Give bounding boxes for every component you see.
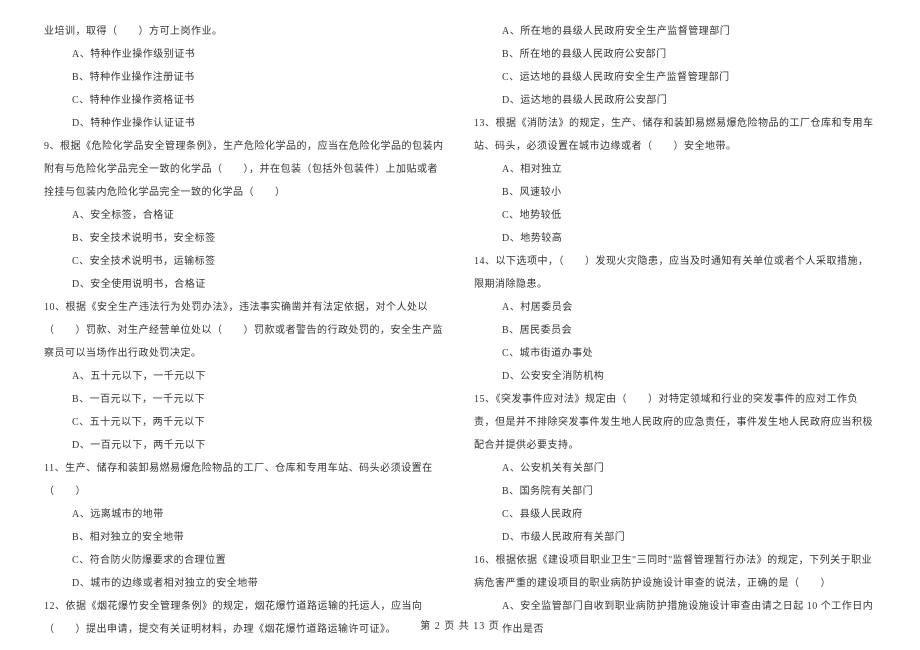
q11-text: 11、生产、储存和装卸易燃易爆危险物品的工厂、仓库和专用车站、码头必须设置在（ … [44,457,446,503]
q9-option-d: D、安全使用说明书，合格证 [44,273,446,296]
q13-option-c: C、地势较低 [474,204,876,227]
q9-option-c: C、安全技术说明书，运输标签 [44,250,446,273]
q13-option-b: B、风速较小 [474,181,876,204]
q11-option-b: B、相对独立的安全地带 [44,526,446,549]
q10-option-d: D、一百元以下，两千元以下 [44,434,446,457]
q10-option-c: C、五十元以下，两千元以下 [44,411,446,434]
q12-option-a: A、所在地的县级人民政府安全生产监督管理部门 [474,20,876,43]
q14-text: 14、以下选项中，（ ）发现火灾隐患，应当及时通知有关单位或者个人采取措施，限期… [474,250,876,296]
q10-option-b: B、一百元以下，一千元以下 [44,388,446,411]
q8-intro: 业培训，取得（ ）方可上岗作业。 [44,20,446,43]
q12-option-b: B、所在地的县级人民政府公安部门 [474,43,876,66]
q12-option-c: C、运达地的县级人民政府安全生产监督管理部门 [474,66,876,89]
q15-text: 15、《突发事件应对法》规定由（ ）对特定领域和行业的突发事件的应对工作负责，但… [474,388,876,457]
page-content: 业培训，取得（ ）方可上岗作业。 A、特种作业操作级别证书 B、特种作业操作注册… [0,0,920,641]
q15-option-b: B、国务院有关部门 [474,480,876,503]
q12-option-d: D、运达地的县级人民政府公安部门 [474,89,876,112]
q13-option-d: D、地势较高 [474,227,876,250]
q14-option-a: A、村居委员会 [474,296,876,319]
q10-text: 10、根据《安全生产违法行为处罚办法》，违法事实确凿并有法定依据，对个人处以（ … [44,296,446,365]
q13-text: 13、根据《消防法》的规定，生产、储存和装卸易燃易爆危险物品的工厂仓库和专用车站… [474,112,876,158]
right-column: A、所在地的县级人民政府安全生产监督管理部门 B、所在地的县级人民政府公安部门 … [460,20,890,641]
q15-option-a: A、公安机关有关部门 [474,457,876,480]
q14-option-b: B、居民委员会 [474,319,876,342]
q11-option-d: D、城市的边缘或者相对独立的安全地带 [44,572,446,595]
q8-option-a: A、特种作业操作级别证书 [44,43,446,66]
page-footer: 第 2 页 共 13 页 [0,617,920,632]
q14-option-c: C、城市街道办事处 [474,342,876,365]
q15-option-c: C、县级人民政府 [474,503,876,526]
q11-option-c: C、符合防火防爆要求的合理位置 [44,549,446,572]
q13-option-a: A、相对独立 [474,158,876,181]
q15-option-d: D、市级人民政府有关部门 [474,526,876,549]
q8-option-c: C、特种作业操作资格证书 [44,89,446,112]
q11-option-a: A、远离城市的地带 [44,503,446,526]
left-column: 业培训，取得（ ）方可上岗作业。 A、特种作业操作级别证书 B、特种作业操作注册… [30,20,460,641]
q10-option-a: A、五十元以下，一千元以下 [44,365,446,388]
q16-text: 16、根据依据《建设项目职业卫生"三同时"监督管理暂行办法》的规定，下列关于职业… [474,549,876,595]
q9-text: 9、根据《危险化学品安全管理条例》，生产危险化学品的，应当在危险化学品的包装内附… [44,135,446,204]
q14-option-d: D、公安安全消防机构 [474,365,876,388]
q9-option-a: A、安全标签，合格证 [44,204,446,227]
q9-option-b: B、安全技术说明书，安全标签 [44,227,446,250]
q8-option-d: D、特种作业操作认证证书 [44,112,446,135]
q8-option-b: B、特种作业操作注册证书 [44,66,446,89]
